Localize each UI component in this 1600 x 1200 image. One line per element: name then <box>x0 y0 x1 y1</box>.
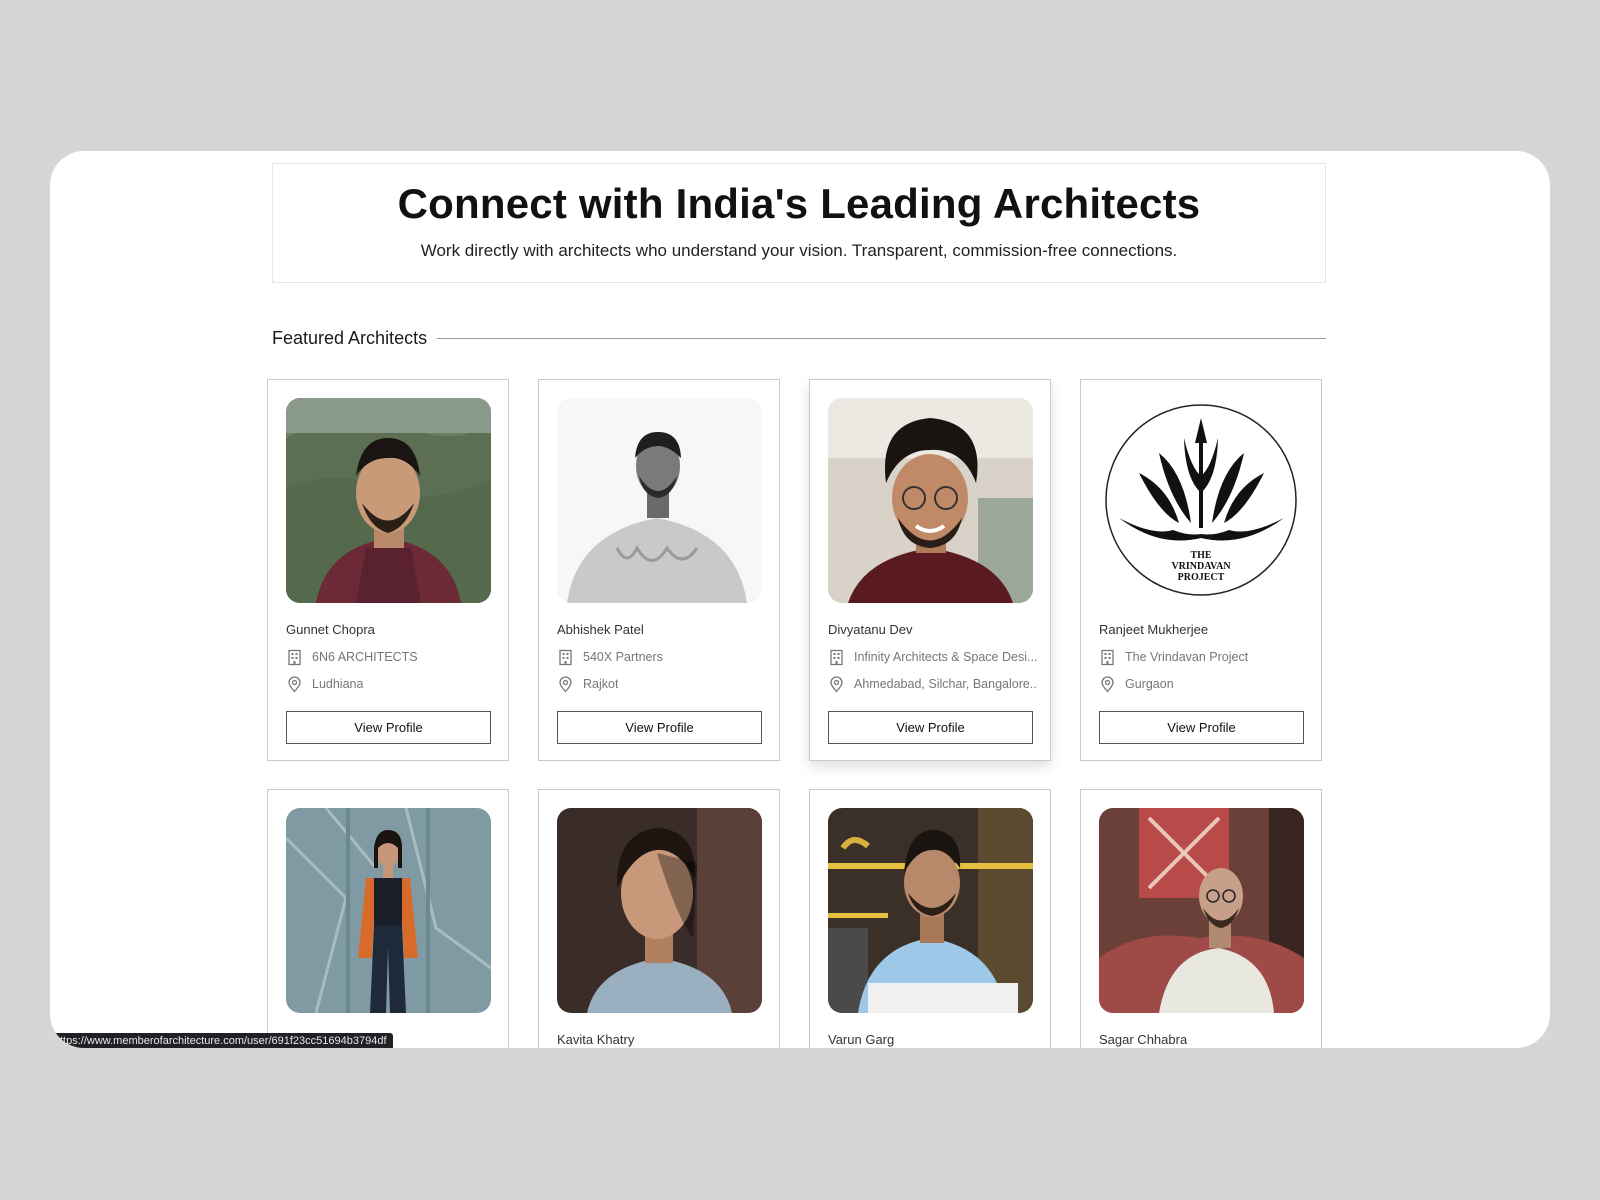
architect-photo[interactable] <box>1099 808 1304 1013</box>
architect-card[interactable]: Varun Garg <box>809 789 1051 1048</box>
architect-name: Varun Garg <box>828 1032 895 1047</box>
logo-line-3: PROJECT <box>1178 572 1225 583</box>
building-icon <box>830 649 843 665</box>
architect-photo[interactable] <box>828 398 1033 603</box>
architect-photo[interactable]: THE VRINDAVAN PROJECT <box>1099 398 1304 603</box>
building-icon <box>288 649 301 665</box>
map-pin-icon <box>1101 675 1114 692</box>
architect-photo[interactable] <box>828 808 1033 1013</box>
architect-location: Gurgaon <box>1099 675 1309 693</box>
map-pin-icon <box>288 675 301 692</box>
building-icon <box>1101 649 1114 665</box>
architect-location: Rajkot <box>557 675 767 693</box>
architect-firm: 540X Partners <box>557 648 767 666</box>
architect-photo[interactable] <box>286 808 491 1013</box>
architect-photo[interactable] <box>557 398 762 603</box>
architect-photo[interactable] <box>286 398 491 603</box>
architect-name: Divyatanu Dev <box>828 622 913 637</box>
architect-card[interactable] <box>267 789 509 1048</box>
view-profile-button[interactable]: View Profile <box>557 711 762 744</box>
architect-card[interactable]: Gunnet Chopra 6N6 ARCHITECTS Ludhiana Vi… <box>267 379 509 761</box>
map-pin-icon <box>830 675 843 692</box>
architect-name: Gunnet Chopra <box>286 622 375 637</box>
logo-line-1: THE <box>1190 550 1211 561</box>
view-profile-button[interactable]: View Profile <box>286 711 491 744</box>
page-title: Connect with India's Leading Architects <box>397 180 1201 227</box>
architect-card[interactable]: Kavita Khatry <box>538 789 780 1048</box>
architect-photo[interactable] <box>557 808 762 1013</box>
architect-firm: Infinity Architects & Space Desi... <box>828 648 1038 666</box>
architect-card[interactable]: Divyatanu Dev Infinity Architects & Spac… <box>809 379 1051 761</box>
view-profile-button[interactable]: View Profile <box>828 711 1033 744</box>
architect-firm: 6N6 ARCHITECTS <box>286 648 496 666</box>
logo-line-2: VRINDAVAN <box>1171 561 1231 572</box>
building-icon <box>559 649 572 665</box>
page-subtitle: Work directly with architects who unders… <box>420 241 1178 260</box>
architect-name: Abhishek Patel <box>557 622 644 637</box>
section-header: Featured Architects <box>272 326 1326 350</box>
architect-card[interactable]: Sagar Chhabra <box>1080 789 1322 1048</box>
section-title: Featured Architects <box>272 327 428 348</box>
architect-card[interactable]: THE VRINDAVAN PROJECT Ranjeet Mukherjee … <box>1080 379 1322 761</box>
architect-firm: The Vrindavan Project <box>1099 648 1309 666</box>
link-preview-url: ttps://www.memberofarchitecture.com/user… <box>54 1033 393 1048</box>
view-profile-button[interactable]: View Profile <box>1099 711 1304 744</box>
architect-location: Ludhiana <box>286 675 496 693</box>
architect-name: Ranjeet Mukherjee <box>1099 622 1209 637</box>
map-pin-icon <box>559 675 572 692</box>
architect-name: Sagar Chhabra <box>1099 1032 1188 1047</box>
architect-location: Ahmedabad, Silchar, Bangalore... <box>828 675 1038 693</box>
architect-name: Kavita Khatry <box>557 1032 635 1047</box>
section-divider <box>437 337 1326 339</box>
hero-banner: Connect with India's Leading Architects … <box>272 163 1326 283</box>
architect-card[interactable]: Abhishek Patel 540X Partners Rajkot View… <box>538 379 780 761</box>
browser-viewport: Connect with India's Leading Architects … <box>50 151 1550 1048</box>
